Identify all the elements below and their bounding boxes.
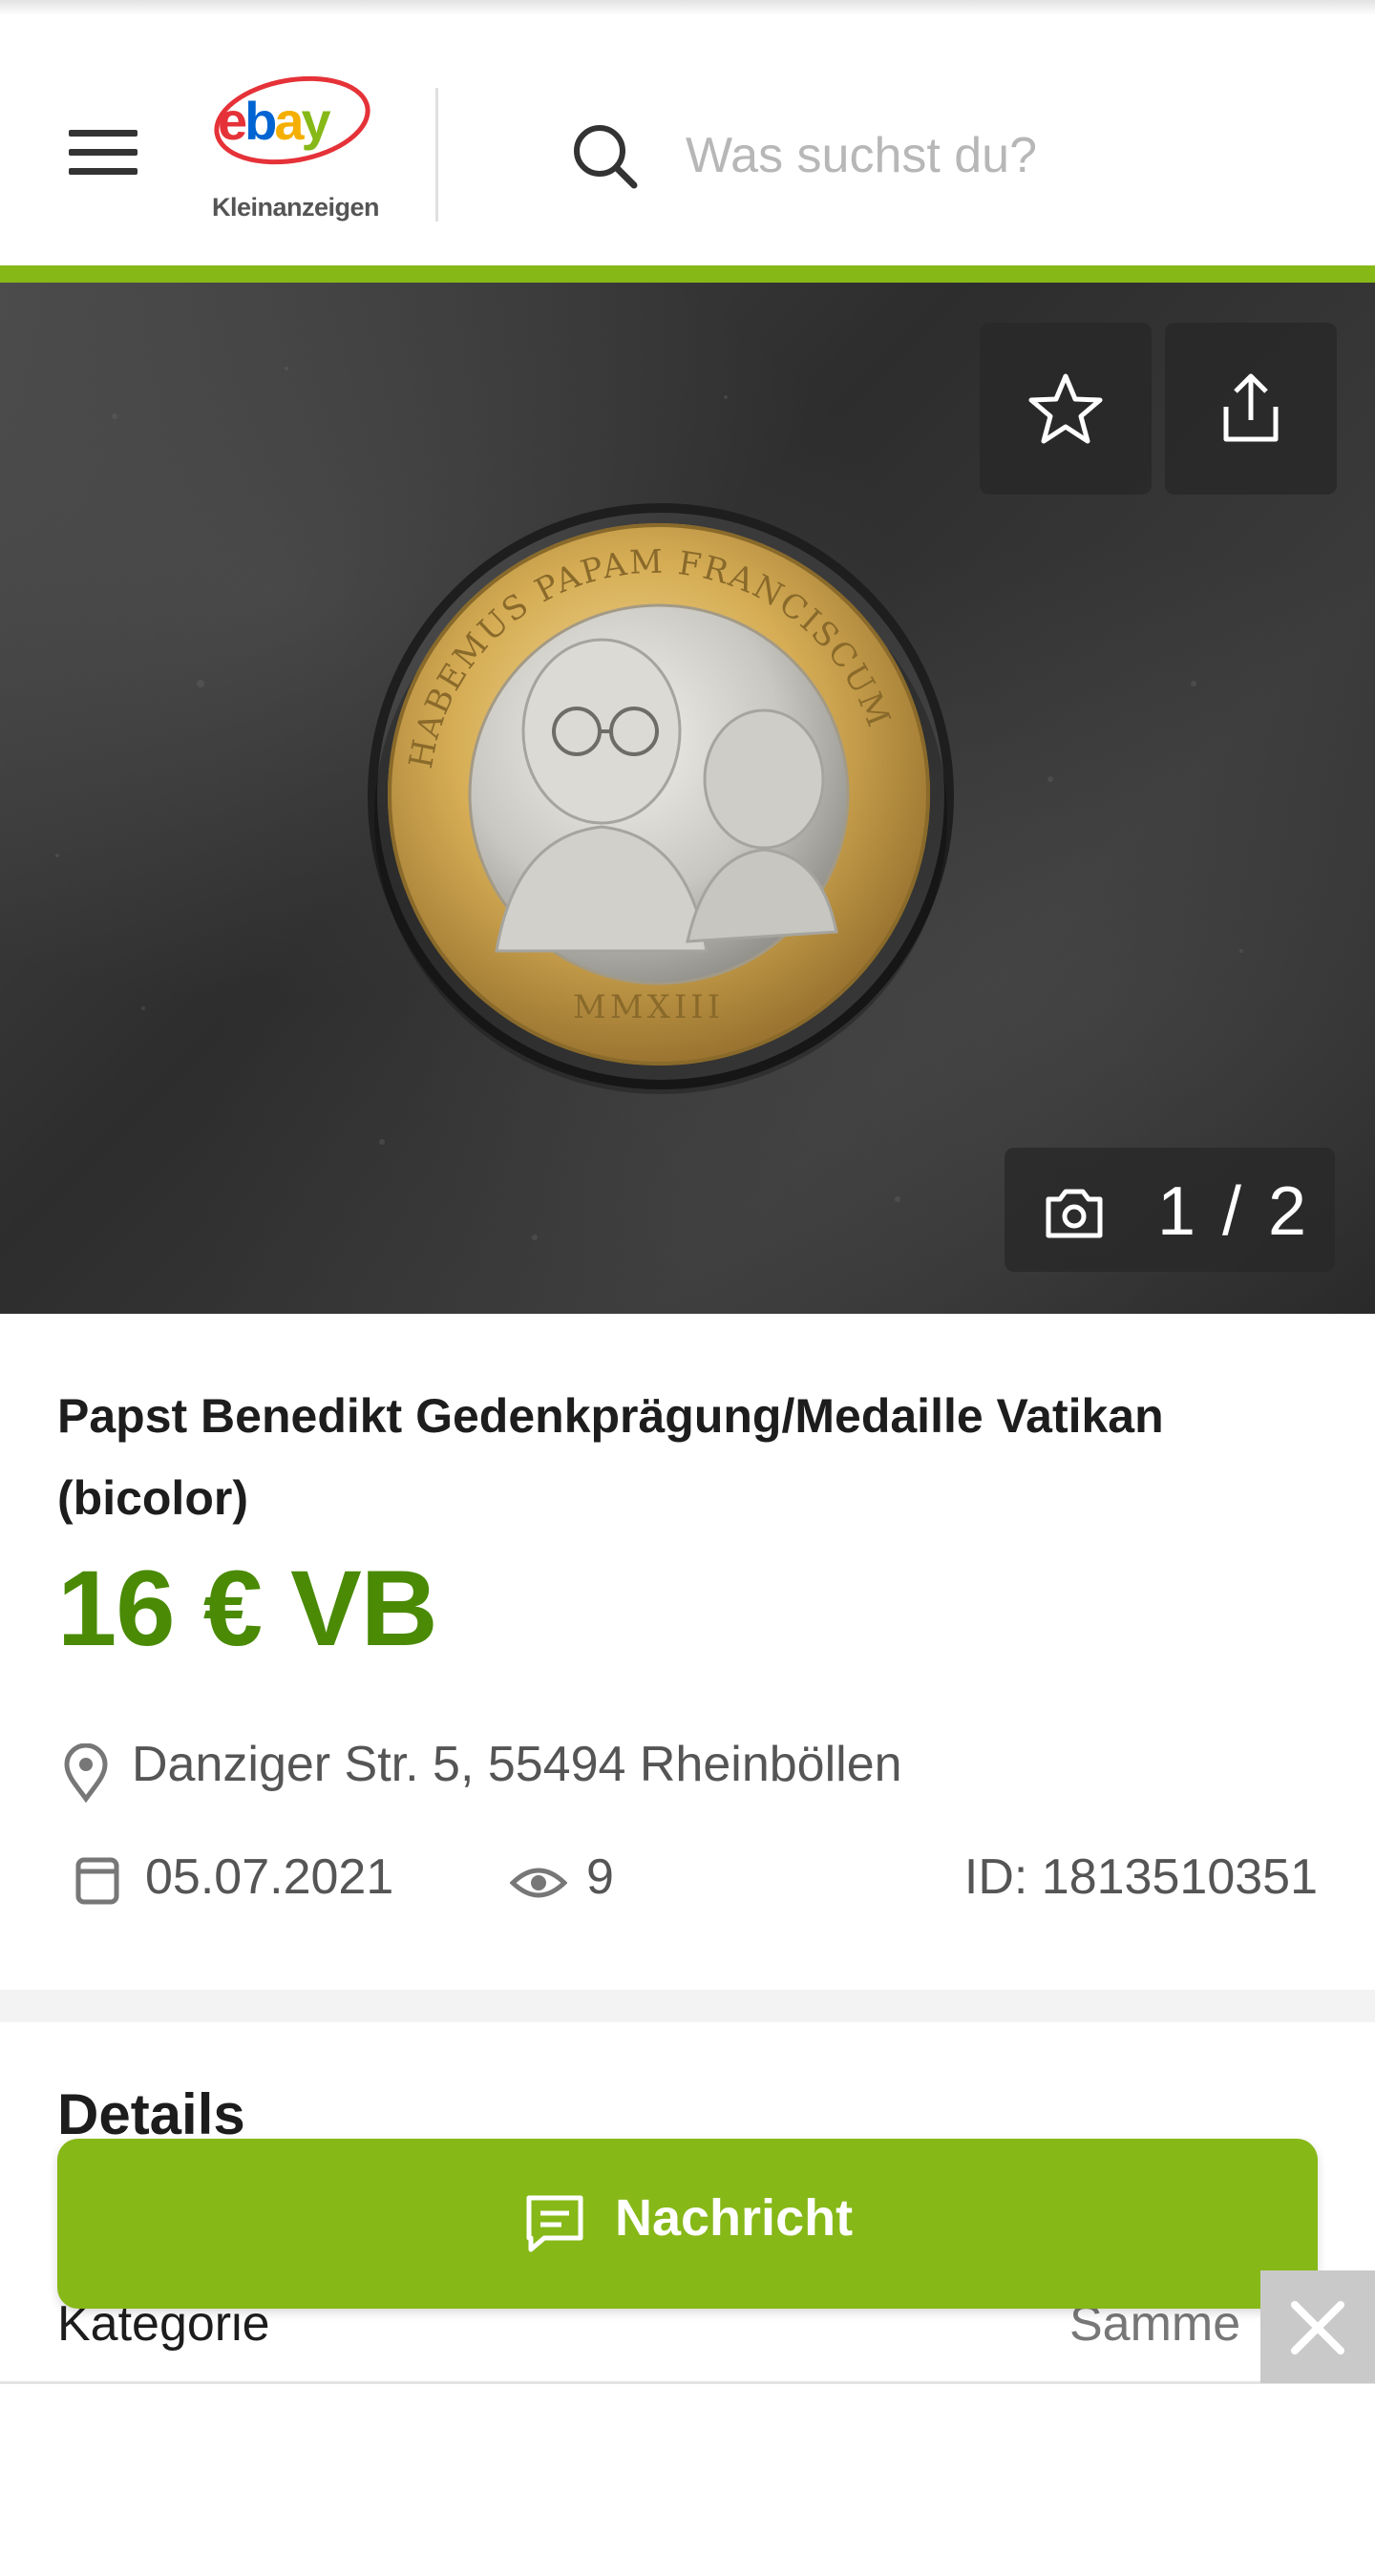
image-gallery[interactable]: HABEMUS PAPAM FRANCISCUM MMXIII 1 / 2 [0,283,1375,1314]
star-icon [1028,373,1103,444]
header-accent-bar [0,265,1375,283]
location-text: Danziger Str. 5, 55494 Rheinböllen [132,1737,902,1792]
message-button[interactable]: Nachricht [57,2139,1318,2309]
camera-icon [1046,1189,1103,1238]
close-icon [1291,2301,1344,2354]
eye-icon [510,1868,567,1898]
ad-id: ID: 1813510351 [963,1849,1318,1905]
listing-meta: 05.07.2021 9 ID: 1813510351 [57,1843,1318,1919]
listing-price: 16 € VB [57,1549,438,1668]
listing-title: Papst Benedikt Gedenkprägung/Medaille Va… [57,1389,1164,1525]
message-icon [526,2195,583,2252]
row-divider [0,2381,1375,2384]
favorite-button[interactable] [980,323,1152,495]
close-ad-button[interactable] [1260,2270,1375,2383]
share-button[interactable] [1165,323,1337,495]
image-counter: 1 / 2 [1005,1148,1335,1272]
image-counter-text: 1 / 2 [1157,1173,1311,1250]
coin-year: MMXIII [573,988,724,1026]
top-shadow [0,0,1375,15]
message-button-label: Nachricht [615,2189,854,2247]
search-icon[interactable] [569,120,642,193]
logo-mark: ebay [214,75,370,165]
search-input[interactable] [686,122,1344,189]
share-icon [1223,373,1279,442]
listing-date: 05.07.2021 [145,1849,394,1905]
calendar-icon [75,1857,119,1905]
header-divider [435,88,438,222]
svg-text:ebay: ebay [218,91,331,151]
search-bar[interactable] [569,107,1352,202]
location-pin-icon [64,1743,108,1803]
details-heading: Details [57,2082,245,2146]
app-header: ebay Kleinanzeigen [0,15,1375,265]
section-separator [0,1990,1375,2022]
listing-location[interactable]: Danziger Str. 5, 55494 Rheinböllen [57,1728,1299,1805]
view-count: 9 [586,1849,614,1905]
logo-subtitle: Kleinanzeigen [212,193,380,222]
hamburger-menu-icon[interactable] [61,111,145,187]
